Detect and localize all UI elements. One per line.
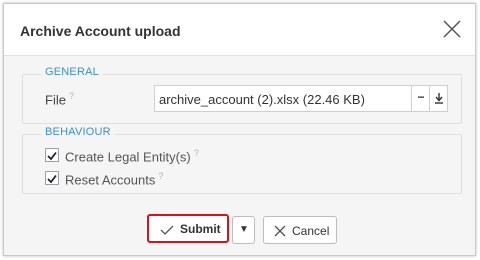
checkmark-icon — [47, 174, 57, 184]
help-icon[interactable]: ? — [158, 171, 163, 181]
download-icon[interactable] — [429, 86, 447, 111]
chevron-down-icon: ▼ — [239, 224, 249, 235]
file-value: archive_account (2).xlsx (22.46 KB) — [159, 92, 365, 107]
help-icon[interactable]: ? — [69, 91, 74, 101]
general-legend: GENERAL — [41, 66, 103, 78]
reset-accounts-text: Reset Accounts — [65, 172, 156, 188]
dialog-header: Archive Account upload — [4, 4, 475, 56]
file-label: File? — [45, 91, 74, 107]
reset-accounts-label: Reset Accounts? — [65, 171, 163, 187]
cancel-button[interactable]: Cancel — [263, 216, 337, 244]
file-label-text: File — [45, 92, 66, 108]
check-icon — [160, 225, 174, 235]
cancel-label: Cancel — [292, 224, 330, 238]
file-field[interactable]: archive_account (2).xlsx (22.46 KB) ... — [154, 85, 448, 112]
create-legal-entity-label: Create Legal Entity(s)? — [65, 148, 199, 164]
general-section: GENERAL File? archive_account (2).xlsx (… — [22, 66, 462, 124]
submit-label: Submit — [180, 222, 221, 236]
help-icon[interactable]: ? — [194, 148, 199, 158]
behaviour-section: BEHAVIOUR Create Legal Entity(s)? Reset … — [22, 126, 462, 194]
create-legal-entity-checkbox[interactable] — [45, 148, 59, 162]
create-legal-entity-text: Create Legal Entity(s) — [65, 149, 191, 165]
close-icon — [274, 225, 286, 237]
submit-button[interactable]: Submit — [147, 214, 229, 243]
browse-button[interactable]: ... — [411, 86, 429, 111]
submit-options-dropdown[interactable]: ▼ — [232, 216, 255, 244]
close-icon[interactable] — [441, 18, 463, 40]
checkmark-icon — [47, 151, 57, 161]
behaviour-legend: BEHAVIOUR — [41, 126, 115, 138]
archive-upload-dialog: Archive Account upload GENERAL File? arc… — [3, 3, 476, 256]
reset-accounts-checkbox[interactable] — [45, 171, 59, 185]
dialog-title: Archive Account upload — [20, 23, 181, 39]
